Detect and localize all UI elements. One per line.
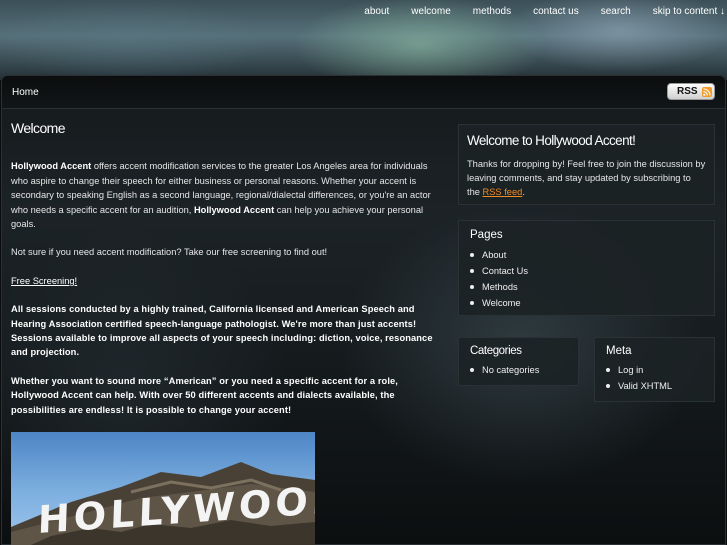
page-link-about[interactable]: About	[459, 247, 714, 263]
rss-button-label: RSS	[677, 86, 698, 97]
page-link-welcome[interactable]: Welcome	[459, 295, 714, 311]
brand-name-2: Hollywood Accent	[193, 204, 275, 215]
categories-widget-title: Categories	[470, 345, 522, 357]
free-screening-link[interactable]: Free Screening!	[11, 276, 77, 286]
rss-feed-link[interactable]: RSS feed	[483, 187, 523, 197]
welcome-widget-text: Thanks for dropping by! Feel free to joi…	[467, 157, 706, 199]
page-title: Welcome	[11, 120, 66, 136]
accents-paragraph: Whether you want to sound more “American…	[11, 375, 398, 415]
header-banner: about welcome methods contact us search …	[0, 0, 727, 80]
welcome-widget: Welcome to Hollywood Accent! Thanks for …	[458, 124, 715, 205]
meta-widget: Meta Log in Valid XHTML	[594, 337, 715, 402]
nav-link-welcome[interactable]: welcome	[400, 6, 461, 18]
hollywood-sign-photo: HOLLYWOOD	[11, 432, 315, 545]
brand-name: Hollywood Accent	[11, 161, 92, 172]
home-link[interactable]: Home	[12, 87, 39, 98]
menu-ghost-text: No categories	[51, 77, 113, 88]
page-link-methods[interactable]: Methods	[459, 279, 714, 295]
pages-widget: Pages About Contact Us Methods Welcome	[458, 220, 715, 316]
meta-link-log-in[interactable]: Log in	[595, 362, 714, 378]
meta-list: Log in Valid XHTML	[595, 362, 714, 394]
categories-list: No categories	[459, 362, 578, 378]
rss-feed-icon	[701, 86, 712, 97]
nav-link-contact-us[interactable]: contact us	[522, 6, 590, 18]
rss-button[interactable]: RSS	[667, 83, 715, 100]
top-navigation: about welcome methods contact us search …	[353, 6, 727, 18]
page-link-contact-us[interactable]: Contact Us	[459, 263, 714, 279]
menu-bar: Home No categories RSS	[2, 76, 725, 109]
main-content: Welcome Hollywood Accent offers accent m…	[11, 121, 436, 431]
welcome-text-end: .	[522, 187, 525, 197]
meta-widget-title: Meta	[606, 345, 632, 357]
intro-paragraph: Hollywood Accent offers accent modificat…	[11, 159, 436, 231]
pages-list: About Contact Us Methods Welcome	[459, 247, 714, 311]
nav-link-skip-to-content[interactable]: skip to content ↓	[642, 6, 727, 18]
category-item: No categories	[459, 362, 578, 378]
pages-widget-title: Pages	[470, 229, 503, 241]
sessions-paragraph: All sessions conducted by a highly train…	[11, 304, 433, 358]
welcome-widget-title: Welcome to Hollywood Accent!	[467, 133, 636, 148]
nav-link-search[interactable]: search	[590, 6, 642, 18]
nav-link-about[interactable]: about	[353, 6, 400, 18]
meta-link-valid-xhtml[interactable]: Valid XHTML	[595, 378, 714, 394]
nav-link-methods[interactable]: methods	[462, 6, 522, 18]
screening-prompt: Not sure if you need accent modification…	[11, 247, 328, 258]
categories-widget: Categories No categories	[458, 337, 579, 386]
